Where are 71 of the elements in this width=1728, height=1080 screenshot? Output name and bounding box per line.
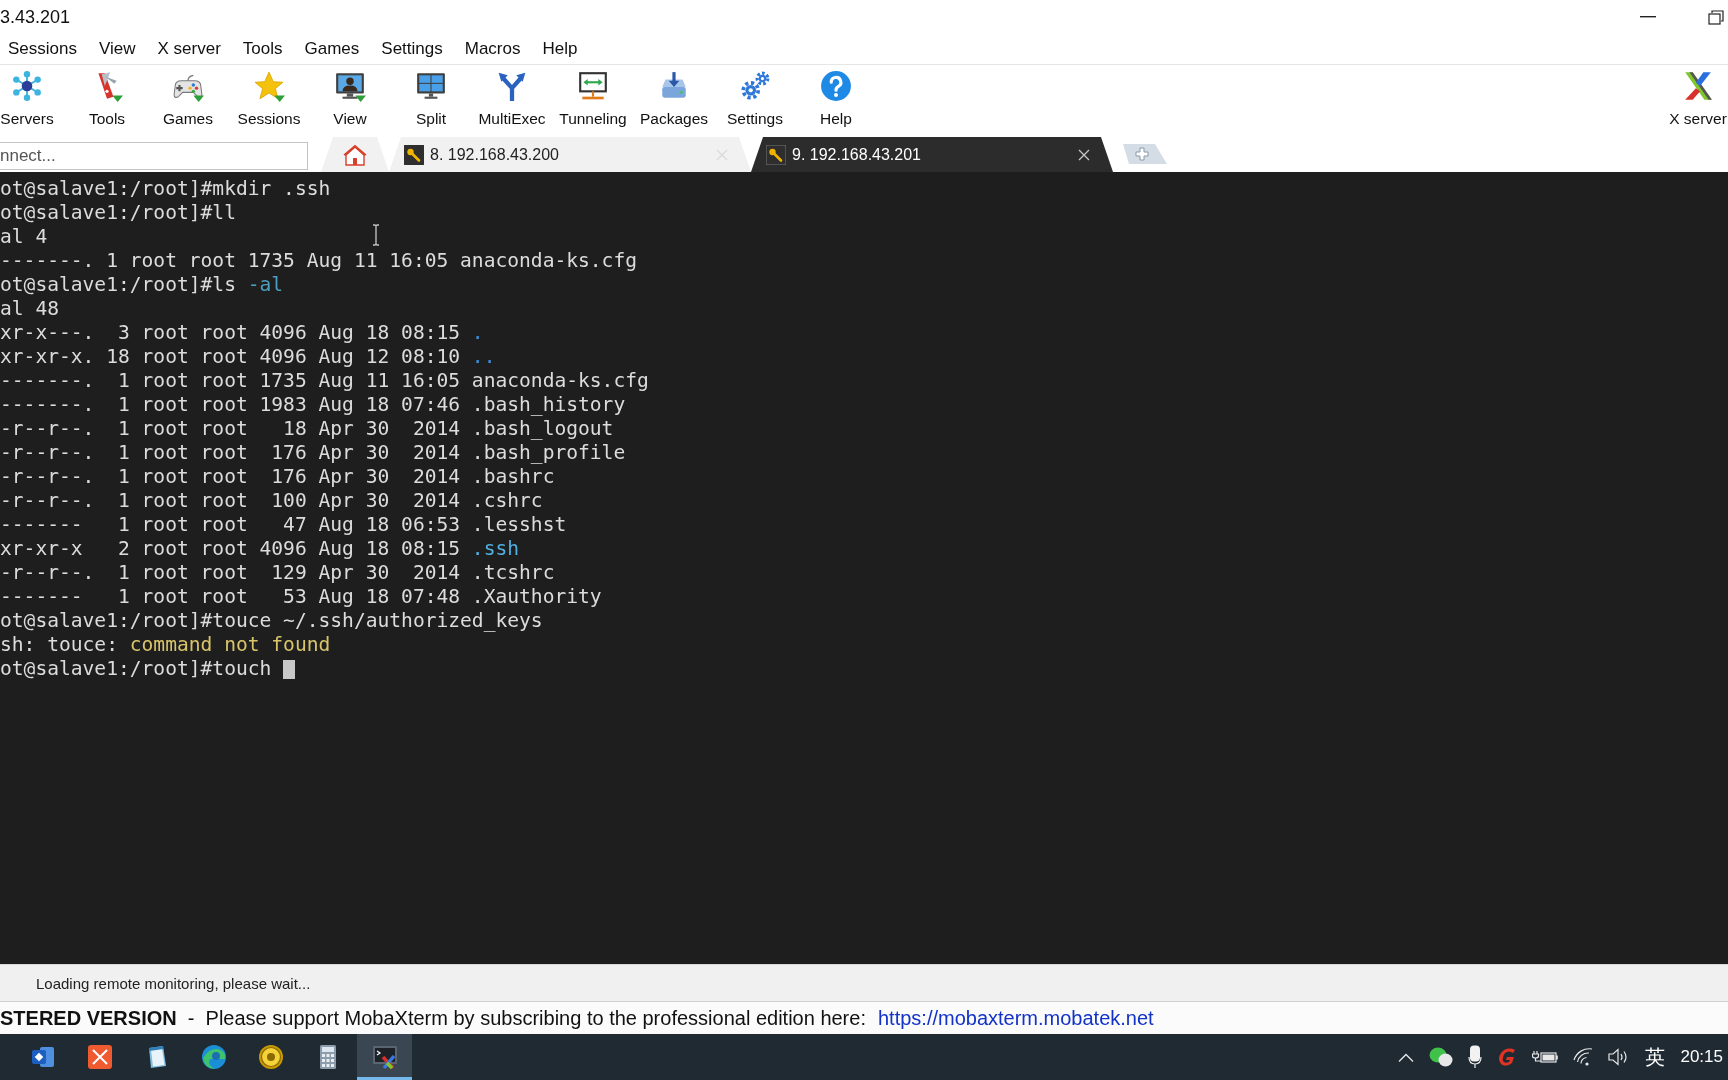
toolbar-button[interactable]: Servers [0, 70, 54, 128]
terminal-line: -------. 1 root root 1735 Aug 11 16:05 anaconda-ks.cfg [0, 249, 637, 273]
terminal-line: ot@salave1:/root]#touce ~/.ssh/authorized_keys [0, 609, 543, 633]
chevron-up-icon[interactable] [1398, 1052, 1415, 1062]
terminal-line: ot@salave1:/root]#ll [0, 201, 236, 225]
chat-bubbles-icon[interactable] [1429, 1047, 1454, 1067]
menu-item[interactable]: View [88, 39, 147, 59]
toolbar-button[interactable]: Packages [636, 70, 712, 128]
toolbar-button[interactable]: Split [393, 70, 469, 128]
terminal-line: sh: touce: command not found [0, 633, 331, 657]
subscription-link[interactable]: https://mobaxterm.mobatek.net [877, 1006, 1154, 1030]
session-tab[interactable]: 8. 192.168.43.200 [389, 137, 751, 172]
terminal-x-icon [371, 1044, 398, 1070]
menu-item[interactable]: Sessions [0, 39, 88, 59]
terminal-line: xr-xr-x 2 root root 4096 Aug 18 08:15 .ssh [0, 537, 520, 561]
swoosh-logo-icon[interactable] [1497, 1047, 1518, 1067]
terminal-line: -r--r--. 1 root root 176 Apr 30 2014 .bashrc [0, 465, 555, 489]
toolbar-button[interactable]: Help [798, 70, 874, 128]
terminal-line: ------- 1 root root 53 Aug 18 07:48 .Xauthority [0, 585, 602, 609]
wifi-icon[interactable] [1573, 1048, 1594, 1066]
menu-item[interactable]: Tools [231, 39, 294, 59]
terminal-line: -r--r--. 1 root root 18 Apr 30 2014 .bash_logout [0, 417, 614, 441]
toolbar-button[interactable]: View [312, 70, 388, 128]
terminal-line: ot@salave1:/root]#mkdir .ssh [0, 177, 331, 201]
terminal-line: ------- 1 root root 47 Aug 18 06:53 .lesshst [0, 513, 567, 537]
menu-item[interactable]: Settings [370, 39, 454, 59]
terminal-line: al 48 [0, 297, 59, 321]
toolbar-button[interactable]: Games [150, 70, 226, 128]
battery-plug-icon[interactable] [1532, 1050, 1559, 1064]
terminal-line: ot@salave1:/root]#touch [0, 657, 272, 681]
microphone-icon[interactable] [1468, 1045, 1483, 1069]
house-icon [343, 143, 367, 166]
terminal-line: -------. 1 root root 1735 Aug 11 16:05 anaconda-ks.cfg [0, 369, 649, 393]
menu-item[interactable]: Macros [453, 39, 532, 59]
taskbar-button[interactable] [357, 1034, 412, 1080]
toolbar-button[interactable]: Settings [717, 70, 793, 128]
plus-icon [1135, 147, 1149, 161]
toolbar-button[interactable]: MultiExec [474, 70, 550, 128]
terminal-line: -------. 1 root root 1983 Aug 18 07:46 .bash_history [0, 393, 626, 417]
toolbar-button[interactable]: Sessions [231, 70, 307, 128]
window-title: 3.43.201 [0, 6, 71, 28]
clock-text[interactable]: 20:15 [1680, 1047, 1723, 1067]
terminal-line: -r--r--. 1 root root 176 Apr 30 2014 .bash_profile [0, 441, 626, 465]
menu-item[interactable]: X server [146, 39, 232, 59]
browser-swirl-icon [200, 1044, 227, 1070]
close-icon[interactable] [1078, 148, 1090, 161]
session-tab[interactable]: 9. 192.168.43.201 [751, 137, 1113, 172]
terminal-line: xr-x---. 3 root root 4096 Aug 18 08:15 . [0, 321, 484, 345]
toolbar-button[interactable]: Tunneling [555, 70, 631, 128]
quick-connect-field[interactable]: nnect... [0, 142, 308, 170]
key-icon [766, 144, 786, 165]
terminal-line: xr-xr-x. 18 root root 4096 Aug 12 08:10 .. [0, 345, 496, 369]
menu-item[interactable]: Help [531, 39, 589, 59]
toolbar-button[interactable]: X server [1668, 70, 1728, 128]
terminal-line: -r--r--. 1 root root 129 Apr 30 2014 .tcshrc [0, 561, 555, 585]
restore-icon[interactable] [1708, 9, 1724, 25]
input-method-indicator[interactable]: 英 [1645, 1043, 1666, 1071]
terminal-line: al 4 [0, 225, 48, 249]
menu-item[interactable]: Games [293, 39, 371, 59]
status-text: Loading remote monitoring, please wait... [36, 974, 311, 992]
minimize-icon[interactable] [1640, 16, 1656, 18]
coin-icon [257, 1044, 284, 1070]
terminal-line: ot@salave1:/root]#ls -al [0, 273, 284, 297]
app-tile-icon [29, 1044, 56, 1070]
i-beam-cursor-icon [372, 224, 380, 246]
toolbar-button[interactable]: Tools [69, 70, 145, 128]
registration-notice: STERED VERSION - Please support MobaXterm by subscribing to the professional edition here: [0, 1006, 866, 1030]
terminal-line: -r--r--. 1 root root 100 Apr 30 2014 .cshrc [0, 489, 543, 513]
key-icon [404, 144, 424, 165]
cross-tile-icon [86, 1044, 113, 1070]
x-logo-icon [1682, 70, 1714, 102]
